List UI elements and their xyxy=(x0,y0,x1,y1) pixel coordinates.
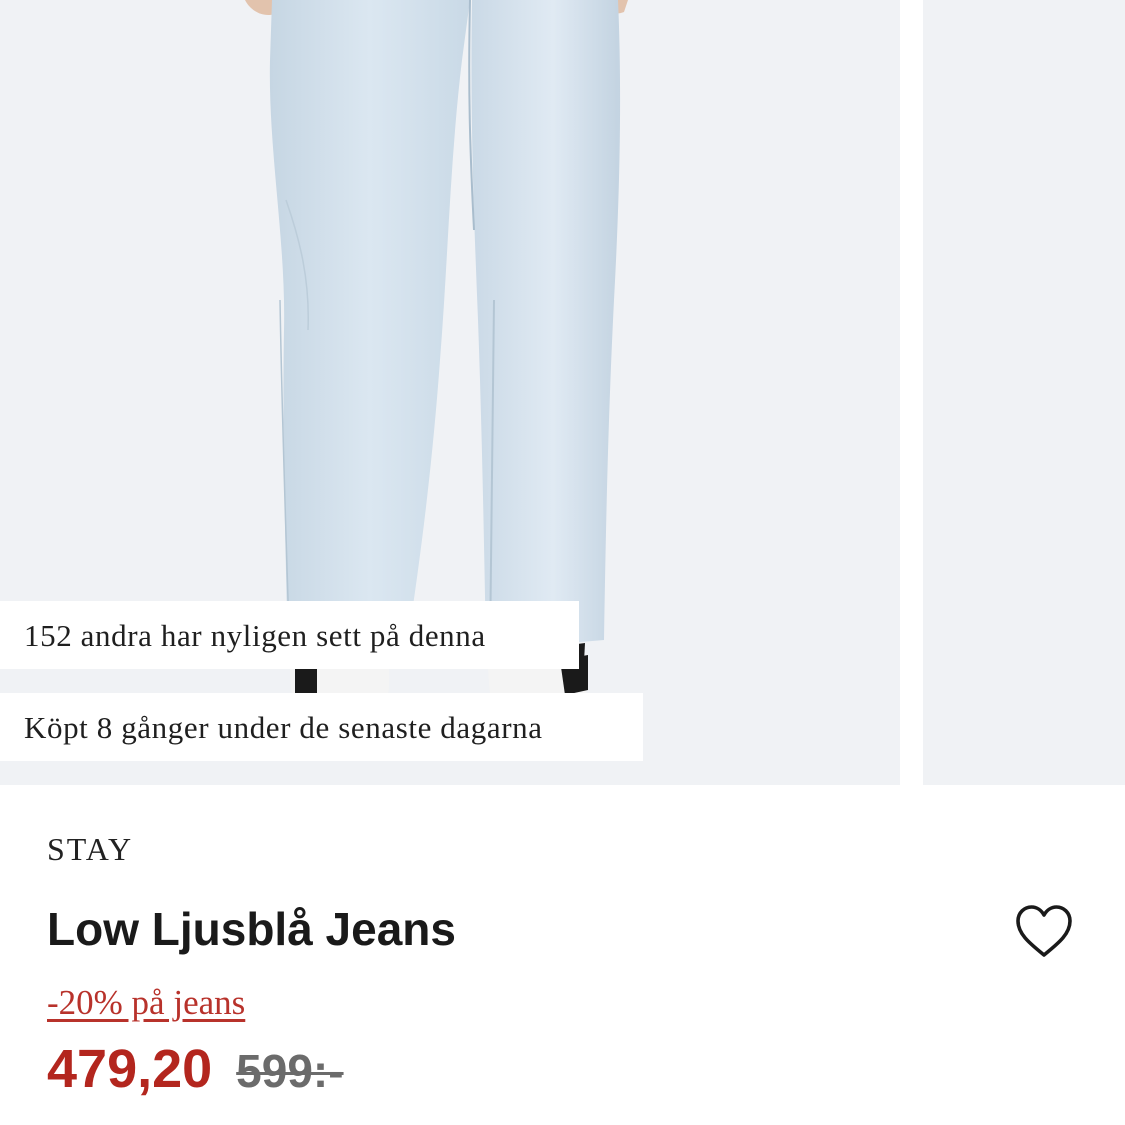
product-brand[interactable]: STAY xyxy=(47,833,133,865)
product-title: Low Ljusblå Jeans xyxy=(47,903,456,955)
wishlist-button[interactable] xyxy=(1010,900,1078,964)
product-image-current[interactable]: 152 andra har nyligen sett på denna Köpt… xyxy=(0,0,900,785)
recently-viewed-badge: 152 andra har nyligen sett på denna xyxy=(0,601,579,669)
sale-price: 479,20 xyxy=(47,1039,213,1099)
product-image-gallery[interactable]: 152 andra har nyligen sett på denna Köpt… xyxy=(0,0,1125,785)
product-image-next-preview[interactable] xyxy=(923,0,1125,785)
product-page: 152 andra har nyligen sett på denna Köpt… xyxy=(0,0,1125,1125)
heart-outline-icon xyxy=(1016,905,1072,957)
price-row: 479,20 599:- xyxy=(47,1042,344,1096)
recently-bought-badge: Köpt 8 gånger under de senaste dagarna xyxy=(0,693,643,761)
original-price: 599:- xyxy=(236,1045,344,1097)
promo-discount-link[interactable]: -20% på jeans xyxy=(47,985,245,1020)
